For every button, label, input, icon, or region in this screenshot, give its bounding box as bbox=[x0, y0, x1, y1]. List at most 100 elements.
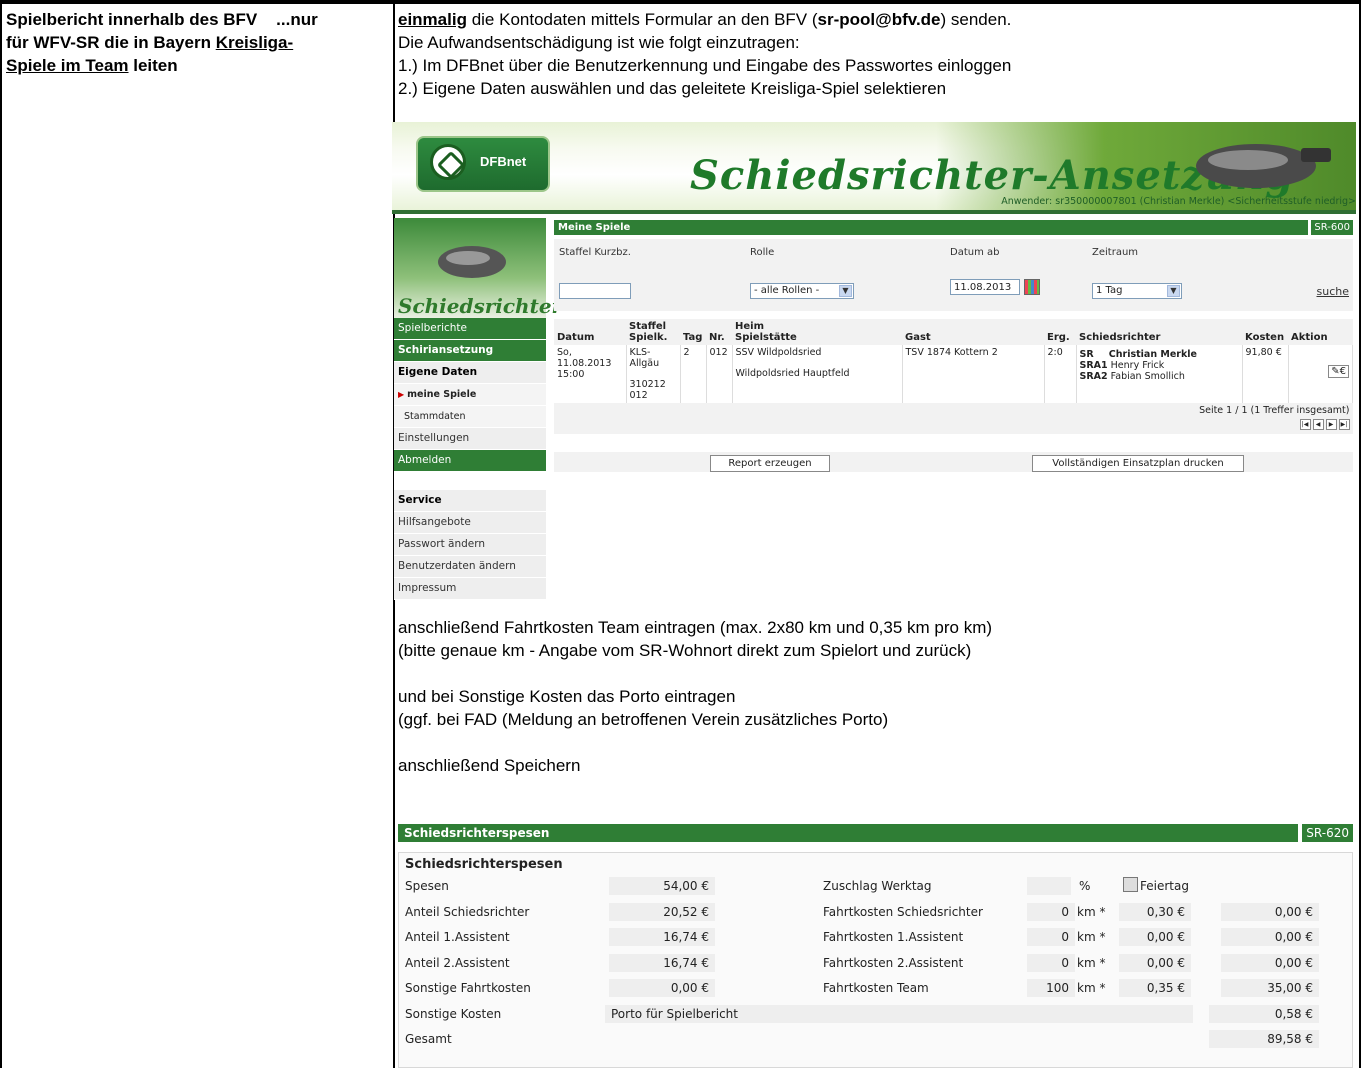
chevron-down-icon: ▼ bbox=[1167, 285, 1180, 297]
col-staffel: Staffel Spielk. bbox=[626, 319, 680, 345]
button-bar: Report erzeugen Vollständigen Einsatzpla… bbox=[554, 452, 1353, 472]
input-fk-sr-km[interactable]: 0 bbox=[1027, 903, 1075, 921]
col-heim-2: Spielstätte bbox=[735, 332, 797, 343]
datum-day: So, bbox=[557, 347, 572, 358]
datum-date: 11.08.2013 bbox=[557, 358, 612, 369]
value-fk-a1-sum: 0,00 € bbox=[1221, 928, 1319, 946]
print-button[interactable]: Vollständigen Einsatzplan drucken bbox=[1032, 455, 1244, 472]
label-anteil-a2: Anteil 2.Assistent bbox=[405, 956, 510, 970]
staffel-2: Allgäu bbox=[629, 358, 660, 369]
rolle-select[interactable]: - alle Rollen - ▼ bbox=[750, 283, 854, 299]
col-datum: Datum bbox=[554, 319, 626, 345]
sra2-role: SRA2 bbox=[1079, 371, 1108, 382]
dfbnet-logo[interactable]: DFBnet bbox=[416, 136, 550, 192]
rolle-value: - alle Rollen - bbox=[754, 285, 820, 296]
sidebar-item-meine-spiele[interactable]: ▶ meine Spiele bbox=[394, 384, 546, 406]
pager-buttons: |◀ ◀ ▶ ▶| bbox=[557, 416, 1350, 432]
doc-l1b: die Kontodaten mittels Formular an den B… bbox=[466, 10, 818, 29]
cell-tag: 2 bbox=[680, 345, 707, 403]
zuschlag-unit: % bbox=[1079, 879, 1091, 893]
panel-code: SR-600 bbox=[1308, 220, 1353, 235]
sidebar-item-impressum[interactable]: Impressum bbox=[394, 578, 546, 600]
sidebar-item-benutzerdaten[interactable]: Benutzerdaten ändern bbox=[394, 556, 546, 578]
value-fk-a2-sum: 0,00 € bbox=[1221, 954, 1319, 972]
last-page-icon[interactable]: ▶| bbox=[1338, 419, 1350, 430]
whistle-icon bbox=[1196, 144, 1331, 188]
input-sonst-fahrt[interactable]: 0,00 € bbox=[609, 979, 715, 997]
sidebar-brand: Schiedsrichter bbox=[398, 294, 563, 318]
label-fk-a2: Fahrtkosten 2.Assistent bbox=[823, 956, 964, 970]
col-erg: Erg. bbox=[1044, 319, 1076, 345]
cell-nr: 012 bbox=[706, 345, 733, 403]
heim-team: SSV Wildpoldsried bbox=[735, 347, 822, 358]
value-spesen: 54,00 € bbox=[609, 877, 715, 895]
input-fk-team-km[interactable]: 100 bbox=[1027, 979, 1075, 997]
edit-costs-icon[interactable]: ✎€ bbox=[1328, 365, 1349, 378]
input-sonst-kosten[interactable]: Porto für Spielbericht bbox=[605, 1005, 1193, 1023]
staffel-input[interactable] bbox=[559, 283, 631, 299]
cell-gast: TSV 1874 Kottern 2 bbox=[902, 345, 1045, 403]
left-line-2a: für WFV-SR die in Bayern bbox=[6, 33, 216, 52]
km-unit: km * bbox=[1077, 930, 1106, 944]
spesen-header: Schiedsrichterspesen SR-620 bbox=[398, 824, 1353, 842]
zeitraum-label: Zeitraum bbox=[1092, 247, 1139, 258]
label-spesen: Spesen bbox=[405, 879, 449, 893]
col-gast: Gast bbox=[902, 319, 1044, 345]
doc-line-4: 2.) Eigene Daten auswählen und das gelei… bbox=[398, 79, 947, 98]
spielstaette: Wildpoldsried Hauptfeld bbox=[735, 368, 850, 379]
suche-link[interactable]: suche bbox=[1317, 285, 1350, 298]
filter-area: Staffel Kurzbz. Rolle - alle Rollen - ▼ … bbox=[554, 239, 1353, 311]
pager-row: Seite 1 / 1 (1 Treffer insgesamt) |◀ ◀ ▶ ▶| bbox=[554, 403, 1353, 434]
sr-role: SR bbox=[1079, 349, 1094, 360]
value-sonst-kosten: 0,58 € bbox=[1209, 1005, 1319, 1023]
value-fk-team-rate: 0,35 € bbox=[1119, 979, 1191, 997]
feiertag-checkbox[interactable] bbox=[1123, 877, 1138, 892]
sidebar-item-hilfsangebote[interactable]: Hilfsangebote bbox=[394, 512, 546, 534]
sidebar-item-passwort[interactable]: Passwort ändern bbox=[394, 534, 546, 556]
doc-top: einmalig die Kontodaten mittels Formular… bbox=[398, 8, 1011, 100]
table-row[interactable]: So, 11.08.2013 15:00 KLS- Allgäu 310212 012 2… bbox=[554, 345, 1353, 403]
label-gesamt: Gesamt bbox=[405, 1032, 452, 1046]
label-fk-team: Fahrtkosten Team bbox=[823, 981, 929, 995]
pager-cell: Seite 1 / 1 (1 Treffer insgesamt) |◀ ◀ ▶ ▶| bbox=[554, 403, 1353, 434]
zeitraum-select[interactable]: 1 Tag ▼ bbox=[1092, 283, 1182, 299]
col-nr: Nr. bbox=[706, 319, 732, 345]
next-page-icon[interactable]: ▶ bbox=[1325, 419, 1337, 430]
value-fk-a1-rate: 0,00 € bbox=[1119, 928, 1191, 946]
calendar-icon[interactable] bbox=[1024, 279, 1040, 295]
sidebar-item-einstellungen[interactable]: Einstellungen bbox=[394, 428, 546, 450]
label-feiertag: Feiertag bbox=[1140, 879, 1189, 893]
sra1-line: SRA1 Henry Frick bbox=[1080, 360, 1239, 371]
col-staffel-1: Staffel bbox=[629, 321, 667, 332]
cell-kosten: 91,80 € bbox=[1242, 345, 1289, 403]
sidebar-item-schiriansetzung[interactable]: Schiriansetzung bbox=[394, 340, 546, 362]
input-fk-a1-km[interactable]: 0 bbox=[1027, 928, 1075, 946]
prev-page-icon[interactable]: ◀ bbox=[1312, 419, 1324, 430]
dfb-emblem-icon bbox=[430, 144, 466, 180]
label-fk-sr: Fahrtkosten Schiedsrichter bbox=[823, 905, 983, 919]
sidebar-item-abmelden[interactable]: Abmelden bbox=[394, 450, 546, 472]
sidebar-item-eigene-daten[interactable]: Eigene Daten bbox=[394, 362, 546, 384]
spesen-bar-title: Schiedsrichterspesen bbox=[404, 826, 550, 840]
sr-line: SR Christian Merkle bbox=[1080, 349, 1239, 360]
sidebar-item-spielberichte[interactable]: Spielberichte bbox=[394, 318, 546, 340]
first-page-icon[interactable]: |◀ bbox=[1299, 419, 1311, 430]
sidebar-item-stammdaten[interactable]: Stammdaten bbox=[394, 406, 546, 428]
left-line-1: Spielbericht innerhalb des BFV ...nur bbox=[6, 10, 318, 29]
datum-input[interactable]: 11.08.2013 bbox=[950, 279, 1020, 295]
sidebar-gap bbox=[394, 472, 546, 490]
sidebar-item-label: meine Spiele bbox=[407, 389, 477, 400]
label-anteil-a1: Anteil 1.Assistent bbox=[405, 930, 510, 944]
pager-text: Seite 1 / 1 (1 Treffer insgesamt) bbox=[1199, 405, 1350, 416]
left-cell: Spielbericht innerhalb des BFV ...nur fü… bbox=[6, 8, 390, 77]
datum-label: Datum ab bbox=[950, 247, 1000, 258]
input-fk-a2-km[interactable]: 0 bbox=[1027, 954, 1075, 972]
panel-header: Meine Spiele SR-600 bbox=[554, 220, 1353, 235]
arrow-right-icon: ▶ bbox=[398, 390, 405, 399]
cell-sr: SR Christian Merkle SRA1 Henry Frick SRA… bbox=[1076, 345, 1243, 403]
label-fk-a1: Fahrtkosten 1.Assistent bbox=[823, 930, 964, 944]
input-zuschlag[interactable] bbox=[1027, 877, 1071, 895]
panel-title: Meine Spiele bbox=[558, 222, 631, 233]
rolle-label: Rolle bbox=[750, 247, 775, 258]
report-button[interactable]: Report erzeugen bbox=[710, 455, 830, 472]
